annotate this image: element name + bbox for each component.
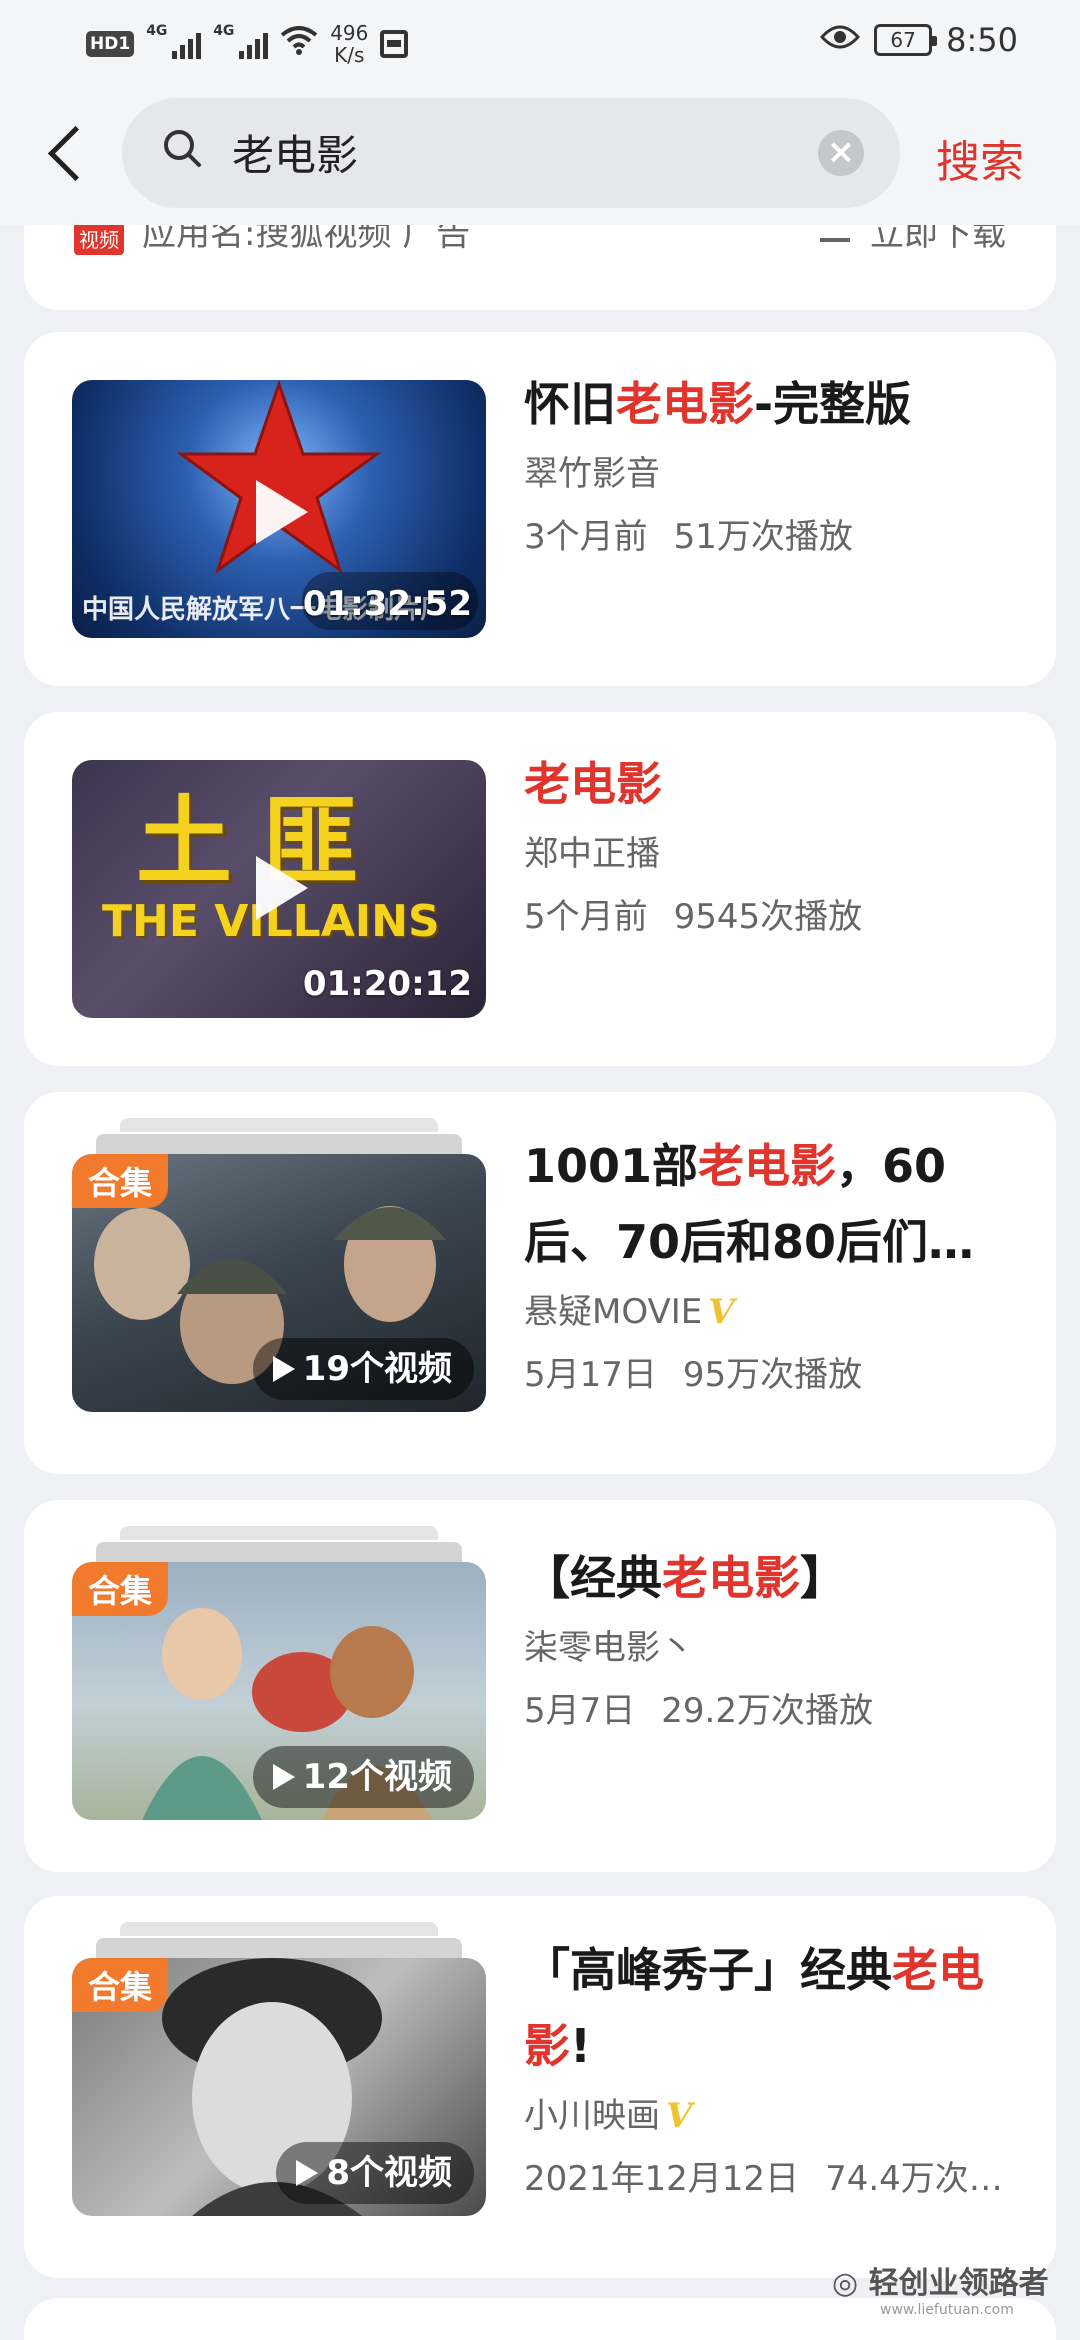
video-thumbnail[interactable]: 土匪 THE VILLAINS 01:20:12 <box>72 760 486 1018</box>
video-title[interactable]: 【经典老电影】 <box>524 1540 1024 1616</box>
play-icon <box>296 2160 319 2186</box>
result-card[interactable]: 中国人民解放军八一电影制片厂 01:32:52 怀旧老电影-完整版 翠竹影音 3… <box>24 332 1056 686</box>
video-count: 12个视频 <box>252 1746 474 1808</box>
uploader-name[interactable]: 悬疑MOVIE V <box>524 1284 1024 1333</box>
hd-voice-icon: HD1 <box>86 31 135 57</box>
search-button[interactable]: 搜索 <box>936 126 1024 190</box>
search-header: × 搜索 <box>0 90 1080 225</box>
result-card[interactable]: 合集 8个视频 「高峰秀子」经典老电影! 小川映画 V 2021年12月12日 74… <box>24 1896 1056 2278</box>
network-speed: 496 K/s <box>330 21 369 67</box>
verified-icon: V <box>666 2096 693 2136</box>
video-title[interactable]: 「高峰秀子」经典老电影! <box>524 1932 1024 2084</box>
verified-icon: V <box>708 1292 735 1332</box>
ad-video-badge: 视频 <box>74 222 124 255</box>
search-box[interactable]: × <box>122 98 900 208</box>
ad-card[interactable]: 视频 应用名:搜狐视频 广告 立即下载 <box>24 210 1056 310</box>
video-meta: 5月7日 29.2万次播放 <box>524 1691 873 1731</box>
signal-icon-1: 4G <box>146 23 202 59</box>
video-title[interactable]: 老电影 <box>524 746 1024 822</box>
result-card[interactable]: 合集 12个视频 【经典老电影】 柒零电影丶 5月7日 29.2万次播放 <box>24 1500 1056 1872</box>
calendar-icon <box>380 30 409 58</box>
collection-thumbnail[interactable]: 合集 8个视频 <box>72 1922 486 2216</box>
watermark-url: www.liefutuan.com <box>880 2302 1014 2318</box>
status-bar: HD1 4G 4G 496 K/s 67 8:50 <box>0 0 1080 90</box>
video-meta: 5个月前 9545次播放 <box>524 897 863 937</box>
clear-icon[interactable]: × <box>818 130 864 176</box>
video-meta: 5月17日 95万次播放 <box>524 1355 863 1395</box>
video-count: 19个视频 <box>252 1338 474 1400</box>
video-count: 8个视频 <box>276 2142 474 2204</box>
result-card[interactable]: 土匪 THE VILLAINS 01:20:12 老电影 郑中正播 5个月前 95… <box>24 712 1056 1066</box>
watermark: ◎ 轻创业领路者 <box>832 2266 1049 2301</box>
collection-badge: 合集 <box>72 1958 169 2012</box>
video-duration: 01:20:12 <box>302 964 472 1004</box>
collection-badge: 合集 <box>72 1154 169 1208</box>
uploader-name[interactable]: 小川映画 V <box>524 2088 1024 2137</box>
play-icon <box>272 1356 295 1382</box>
video-meta: 2021年12月12日 74.4万次… <box>524 2159 1003 2199</box>
search-input[interactable] <box>232 122 792 182</box>
clock: 8:50 <box>946 21 1018 59</box>
wifi-icon <box>280 25 318 63</box>
collection-thumbnail[interactable]: 合集 19个视频 <box>72 1118 486 1412</box>
collection-badge: 合集 <box>72 1562 169 1616</box>
video-duration: 01:32:52 <box>302 584 472 624</box>
battery-icon: 67 <box>874 24 938 56</box>
video-title[interactable]: 怀旧老电影-完整版 <box>524 366 1024 442</box>
search-icon <box>164 130 201 167</box>
collection-thumbnail[interactable]: 合集 12个视频 <box>72 1526 486 1820</box>
play-icon <box>256 480 308 544</box>
signal-icon-2: 4G <box>213 23 269 59</box>
video-meta: 3个月前 51万次播放 <box>524 517 853 557</box>
video-thumbnail[interactable]: 中国人民解放军八一电影制片厂 01:32:52 <box>72 380 486 638</box>
uploader-name[interactable]: 柒零电影丶 <box>524 1620 1024 1669</box>
play-icon <box>272 1764 295 1790</box>
eye-icon <box>820 20 861 60</box>
wechat-icon: ◎ <box>832 2266 869 2301</box>
play-icon <box>256 856 308 920</box>
uploader-name[interactable]: 郑中正播 <box>524 826 1024 875</box>
video-title[interactable]: 1001部老电影，60后、70后和80后们… <box>524 1128 1024 1280</box>
result-card[interactable]: 合集 19个视频 1001部老电影，60后、70后和80后们… 悬疑MOVIE V… <box>24 1092 1056 1474</box>
uploader-name[interactable]: 翠竹影音 <box>524 446 1024 495</box>
back-icon[interactable] <box>44 118 94 188</box>
